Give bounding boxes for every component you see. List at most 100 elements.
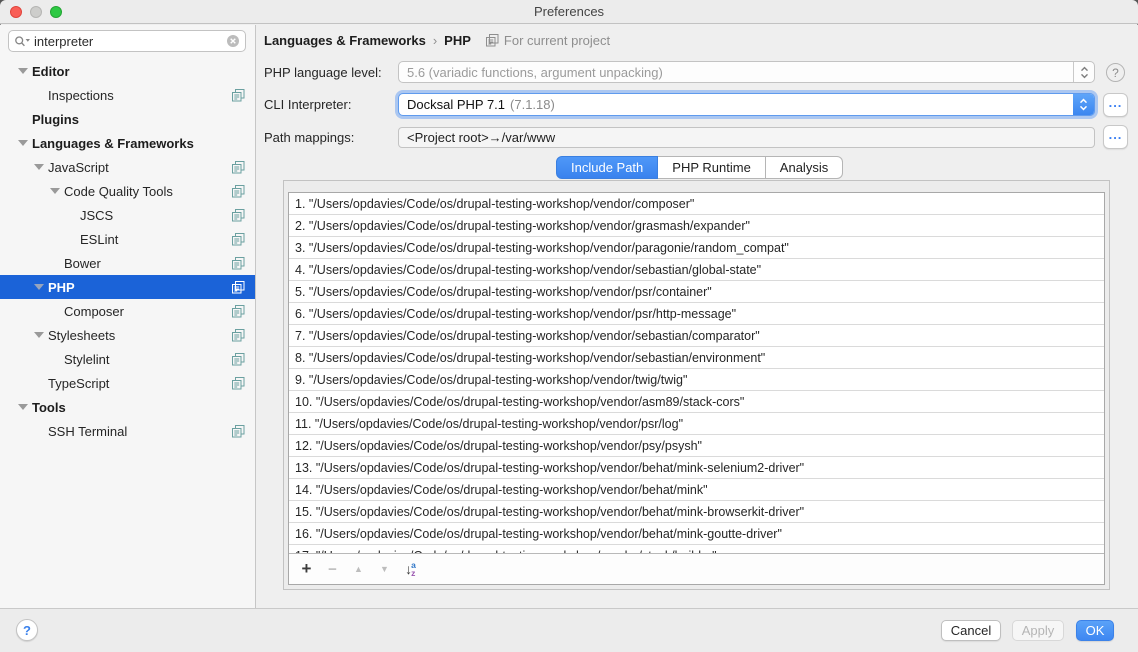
breadcrumb: Languages & Frameworks › PHP For current… — [264, 33, 610, 48]
sort-alphabetically-button[interactable]: ↓ a z — [401, 559, 420, 579]
include-path-row[interactable]: 14. "/Users/opdavies/Code/os/drupal-test… — [289, 479, 1104, 501]
apply-button[interactable]: Apply — [1012, 620, 1064, 641]
current-project-icon — [232, 233, 245, 246]
sidebar-item-label: Bower — [64, 256, 232, 271]
sidebar-item-label: Stylelint — [64, 352, 232, 367]
sort-z-letter: z — [411, 569, 416, 577]
sidebar-item-label: Inspections — [48, 88, 232, 103]
remove-path-button[interactable]: − — [323, 559, 342, 579]
sidebar-item-jscs[interactable]: JSCS — [0, 203, 255, 227]
expand-arrow-icon[interactable] — [46, 188, 64, 194]
include-path-row[interactable]: 6. "/Users/opdavies/Code/os/drupal-testi… — [289, 303, 1104, 325]
include-path-panel: 1. "/Users/opdavies/Code/os/drupal-testi… — [283, 180, 1110, 590]
sidebar-item-eslint[interactable]: ESLint — [0, 227, 255, 251]
path-mappings-browse-button[interactable]: ... — [1103, 125, 1128, 149]
move-up-button[interactable]: ▲ — [349, 559, 368, 579]
sidebar-item-label: Composer — [64, 304, 232, 319]
search-input[interactable] — [31, 34, 226, 49]
expand-arrow-icon[interactable] — [30, 332, 48, 338]
sidebar-item-composer[interactable]: Composer — [0, 299, 255, 323]
language-level-value: 5.6 (variadic functions, argument unpack… — [399, 62, 1073, 82]
include-path-row[interactable]: 16. "/Users/opdavies/Code/os/drupal-test… — [289, 523, 1104, 545]
cli-interpreter-value: Docksal PHP 7.1 (7.1.18) — [399, 94, 1073, 115]
sidebar-item-languages-frameworks[interactable]: Languages & Frameworks — [0, 131, 255, 155]
expand-arrow-icon[interactable] — [30, 284, 48, 290]
sidebar-item-plugins[interactable]: Plugins — [0, 107, 255, 131]
include-path-row[interactable]: 7. "/Users/opdavies/Code/os/drupal-testi… — [289, 325, 1104, 347]
tab-php-runtime[interactable]: PHP Runtime — [658, 156, 766, 179]
include-path-row[interactable]: 1. "/Users/opdavies/Code/os/drupal-testi… — [289, 193, 1104, 215]
sidebar-item-label: Languages & Frameworks — [32, 136, 255, 151]
include-path-row[interactable]: 8. "/Users/opdavies/Code/os/drupal-testi… — [289, 347, 1104, 369]
expand-arrow-icon[interactable] — [30, 164, 48, 170]
include-path-row[interactable]: 3. "/Users/opdavies/Code/os/drupal-testi… — [289, 237, 1104, 259]
php-settings-tabs: Include PathPHP RuntimeAnalysis — [556, 156, 843, 179]
include-path-row[interactable]: 5. "/Users/opdavies/Code/os/drupal-testi… — [289, 281, 1104, 303]
include-path-row[interactable]: 10. "/Users/opdavies/Code/os/drupal-test… — [289, 391, 1104, 413]
cli-interpreter-select[interactable]: Docksal PHP 7.1 (7.1.18) — [398, 93, 1095, 116]
current-project-icon — [232, 353, 245, 366]
include-path-row[interactable]: 15. "/Users/opdavies/Code/os/drupal-test… — [289, 501, 1104, 523]
preferences-window: Preferences Editor Inspections Plugins Lang… — [0, 0, 1138, 652]
list-toolbar: + − ▲ ▼ ↓ a z — [289, 553, 1104, 584]
include-path-row[interactable]: 17. "/Users/opdavies/Code/os/drupal-test… — [289, 545, 1104, 553]
expand-arrow-icon[interactable] — [14, 68, 32, 74]
breadcrumb-section: Languages & Frameworks — [264, 33, 426, 48]
sidebar-item-stylesheets[interactable]: Stylesheets — [0, 323, 255, 347]
include-path-list[interactable]: 1. "/Users/opdavies/Code/os/drupal-testi… — [289, 193, 1104, 553]
tab-include-path[interactable]: Include Path — [556, 156, 658, 179]
settings-tree: Editor Inspections Plugins Languages & Fram… — [0, 59, 255, 608]
include-path-row[interactable]: 9. "/Users/opdavies/Code/os/drupal-testi… — [289, 369, 1104, 391]
clear-search-icon[interactable] — [226, 34, 240, 48]
language-level-select[interactable]: 5.6 (variadic functions, argument unpack… — [398, 61, 1095, 83]
current-project-icon — [486, 34, 499, 47]
cancel-button[interactable]: Cancel — [941, 620, 1001, 641]
help-icon[interactable]: ? — [1106, 63, 1125, 82]
sidebar-item-label: JSCS — [80, 208, 232, 223]
current-project-icon — [232, 377, 245, 390]
sidebar-item-label: Tools — [32, 400, 255, 415]
move-down-button[interactable]: ▼ — [375, 559, 394, 579]
sidebar-item-bower[interactable]: Bower — [0, 251, 255, 275]
title-bar: Preferences — [0, 0, 1138, 24]
add-path-button[interactable]: + — [297, 559, 316, 579]
include-path-row[interactable]: 4. "/Users/opdavies/Code/os/drupal-testi… — [289, 259, 1104, 281]
breadcrumb-page: PHP — [444, 33, 471, 48]
include-path-row[interactable]: 12. "/Users/opdavies/Code/os/drupal-test… — [289, 435, 1104, 457]
current-project-icon — [232, 89, 245, 102]
include-path-row[interactable]: 2. "/Users/opdavies/Code/os/drupal-testi… — [289, 215, 1104, 237]
sidebar-item-label: Code Quality Tools — [64, 184, 232, 199]
sidebar-item-javascript[interactable]: JavaScript — [0, 155, 255, 179]
scope-label: For current project — [504, 33, 610, 48]
interpreter-name: Docksal PHP 7.1 — [407, 97, 505, 112]
language-level-label: PHP language level: — [264, 65, 382, 80]
sidebar-item-label: Editor — [32, 64, 255, 79]
sidebar-item-tools[interactable]: Tools — [0, 395, 255, 419]
settings-search-box[interactable] — [8, 30, 246, 52]
ok-button[interactable]: OK — [1076, 620, 1114, 641]
sidebar-item-stylelint[interactable]: Stylelint — [0, 347, 255, 371]
help-button[interactable]: ? — [16, 619, 38, 641]
cli-interpreter-browse-button[interactable]: ... — [1103, 93, 1128, 117]
sidebar-item-php[interactable]: PHP — [0, 275, 255, 299]
dialog-footer: ? Cancel Apply OK — [0, 608, 1138, 652]
chevron-up-down-icon — [1073, 94, 1094, 115]
scope-indicator: For current project — [486, 33, 610, 48]
path-mappings-field[interactable]: <Project root>→/var/www — [398, 127, 1095, 148]
sidebar-item-editor[interactable]: Editor — [0, 59, 255, 83]
expand-arrow-icon[interactable] — [14, 140, 32, 146]
sidebar-item-typescript[interactable]: TypeScript — [0, 371, 255, 395]
sidebar-item-code-quality-tools[interactable]: Code Quality Tools — [0, 179, 255, 203]
chevron-up-down-icon — [1073, 62, 1094, 82]
php-settings-pane: Languages & Frameworks › PHP For current… — [257, 25, 1138, 608]
include-path-row[interactable]: 11. "/Users/opdavies/Code/os/drupal-test… — [289, 413, 1104, 435]
sidebar-item-inspections[interactable]: Inspections — [0, 83, 255, 107]
chevron-right-icon: › — [433, 33, 437, 48]
current-project-icon — [232, 257, 245, 270]
expand-arrow-icon[interactable] — [14, 404, 32, 410]
include-path-row[interactable]: 13. "/Users/opdavies/Code/os/drupal-test… — [289, 457, 1104, 479]
tab-analysis[interactable]: Analysis — [766, 156, 843, 179]
current-project-icon — [232, 161, 245, 174]
sidebar-item-ssh-terminal[interactable]: SSH Terminal — [0, 419, 255, 443]
current-project-icon — [232, 425, 245, 438]
